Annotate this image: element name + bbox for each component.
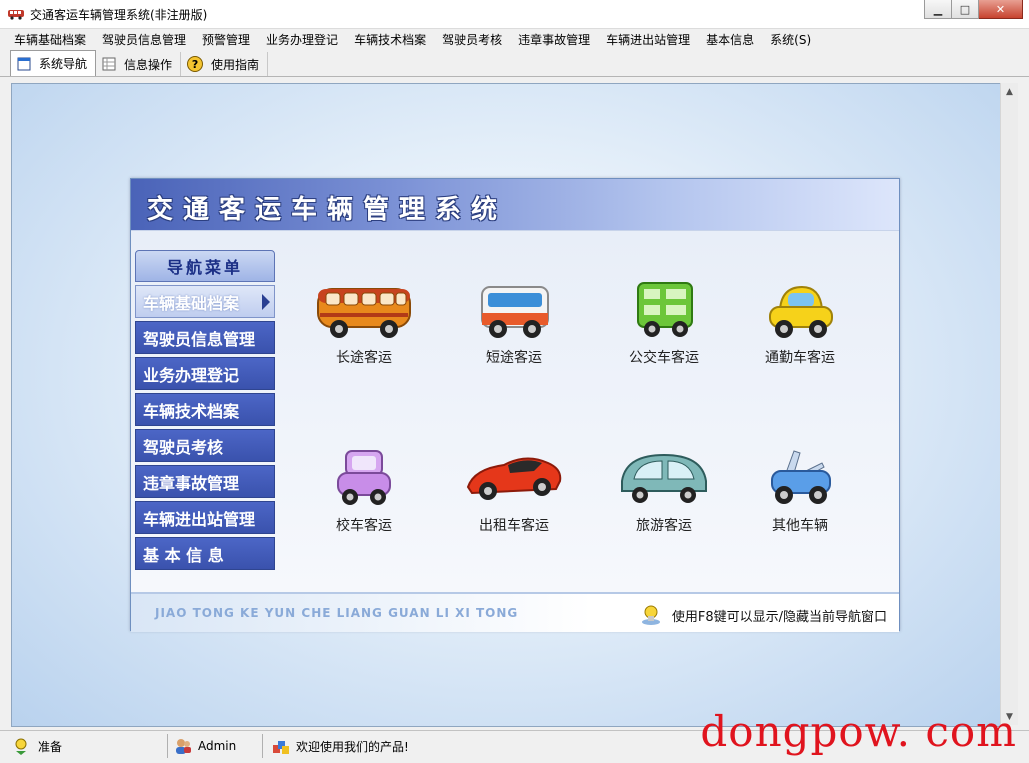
- footer-tip-text: 使用F8键可以显示/隐藏当前导航窗口: [671, 609, 887, 625]
- status-user-text: Admin: [198, 739, 237, 753]
- vehicle-label: 旅游客运: [636, 518, 692, 534]
- help-icon: ?: [187, 56, 204, 72]
- status-ready: 准备: [12, 735, 62, 757]
- window-title: 交通客运车辆管理系统(非注册版): [30, 8, 208, 22]
- nav-item-violation-accident[interactable]: 违章事故管理: [135, 465, 275, 498]
- grid-icon: [102, 57, 116, 71]
- vehicle-other[interactable]: 其他车辆: [745, 447, 855, 557]
- menu-system[interactable]: 系统(S): [762, 31, 819, 48]
- navigation-panel: 交通客运车辆管理系统 导航菜单 车辆基础档案 驾驶员信息管理 业务办理登记 车辆…: [130, 178, 900, 632]
- tab-bar: 系统导航 信息操作 ? 使用指南: [0, 50, 1029, 77]
- panel-title: 交通客运车辆管理系统: [147, 195, 508, 225]
- panel-header: 交通客运车辆管理系统: [131, 179, 899, 230]
- title-bar: 交通客运车辆管理系统(非注册版) ▁ □ ✕: [0, 0, 1029, 29]
- vehicle-label: 通勤车客运: [765, 350, 835, 366]
- main-client-area: 交通客运车辆管理系统 导航菜单 车辆基础档案 驾驶员信息管理 业务办理登记 车辆…: [11, 83, 1001, 727]
- nav-item-label: 业务办理登记: [143, 365, 240, 385]
- product-box-icon: [273, 741, 289, 754]
- vehicle-label: 公交车客运: [629, 350, 699, 366]
- sports-car-icon: [466, 457, 562, 500]
- nav-menu-header: 导航菜单: [135, 250, 275, 282]
- nav-item-label: 基 本 信 息: [143, 545, 224, 565]
- vehicle-label: 出租车客运: [479, 518, 549, 534]
- coach-bus-icon: [317, 288, 411, 338]
- vehicle-label: 短途客运: [486, 350, 542, 366]
- menu-violation-accident[interactable]: 违章事故管理: [510, 31, 598, 48]
- user-icon: [176, 739, 191, 754]
- menu-vehicle-station[interactable]: 车辆进出站管理: [598, 31, 698, 48]
- nav-item-vehicle-basic-archive[interactable]: 车辆基础档案: [135, 285, 275, 318]
- vehicle-long-distance[interactable]: 长途客运: [309, 279, 419, 389]
- status-separator: [167, 734, 168, 758]
- nav-item-label: 驾驶员考核: [143, 437, 224, 457]
- nav-item-business-registration[interactable]: 业务办理登记: [135, 357, 275, 390]
- tab-label: 系统导航: [39, 57, 88, 71]
- nav-item-label: 驾驶员信息管理: [143, 329, 256, 349]
- maximize-button[interactable]: □: [952, 0, 979, 19]
- status-separator: [262, 734, 263, 758]
- nav-item-driver-info[interactable]: 驾驶员信息管理: [135, 321, 275, 354]
- footer-tip: 使用F8键可以显示/隐藏当前导航窗口: [640, 604, 887, 626]
- nav-item-basic-info[interactable]: 基 本 信 息: [135, 537, 275, 570]
- menu-driver-info[interactable]: 驾驶员信息管理: [94, 31, 194, 48]
- city-bus-icon: [637, 282, 693, 337]
- ready-icon: [15, 738, 27, 755]
- footer-pinyin-title: JIAO TONG KE YUN CHE LIANG GUAN LI XI TO…: [155, 606, 519, 620]
- menu-vehicle-tech-archive[interactable]: 车辆技术档案: [346, 31, 434, 48]
- window-controls: ▁ □ ✕: [924, 0, 1023, 20]
- app-bus-icon: [8, 10, 24, 20]
- help-glyph: ?: [191, 57, 199, 71]
- status-welcome: 欢迎使用我们的产品!: [272, 735, 409, 757]
- tab-label: 信息操作: [124, 57, 173, 72]
- window-icon: [17, 57, 31, 71]
- nav-item-label: 车辆基础档案: [143, 293, 240, 313]
- scroll-up-icon[interactable]: ▲: [1001, 83, 1018, 100]
- nav-item-label: 车辆技术档案: [143, 401, 240, 421]
- menu-vehicle-basic-archive[interactable]: 车辆基础档案: [6, 31, 94, 48]
- vehicle-city-bus[interactable]: 公交车客运: [609, 279, 719, 389]
- status-ready-text: 准备: [38, 739, 63, 754]
- minibus-icon: [481, 286, 549, 338]
- close-button[interactable]: ✕: [979, 0, 1023, 19]
- touring-car-icon: [621, 453, 707, 503]
- nav-item-driver-assessment[interactable]: 驾驶员考核: [135, 429, 275, 462]
- menu-basic-info[interactable]: 基本信息: [698, 31, 762, 48]
- menu-warning[interactable]: 预警管理: [194, 31, 258, 48]
- nav-item-label: 违章事故管理: [143, 473, 240, 493]
- menu-business-registration[interactable]: 业务办理登记: [258, 31, 346, 48]
- tab-system-navigation[interactable]: 系统导航: [10, 50, 97, 76]
- tab-info-operation[interactable]: 信息操作: [96, 52, 182, 76]
- vertical-scrollbar[interactable]: ▲ ▼: [1000, 83, 1018, 725]
- watermark-text: dongpow. com: [700, 707, 1017, 756]
- vehicle-label: 其他车辆: [772, 518, 828, 534]
- vehicle-label: 长途客运: [336, 350, 392, 366]
- school-van-icon: [337, 450, 391, 505]
- tab-label: 使用指南: [211, 57, 260, 72]
- nav-item-label: 车辆进出站管理: [143, 509, 256, 529]
- vehicle-label: 校车客运: [336, 518, 392, 534]
- side-navigation: 导航菜单 车辆基础档案 驾驶员信息管理 业务办理登记 车辆技术档案 驾驶员考核 …: [135, 250, 275, 570]
- lamp-icon: [641, 605, 660, 625]
- commuter-car-icon: [769, 285, 833, 338]
- other-car-icon: [771, 450, 831, 504]
- vehicle-tourism[interactable]: 旅游客运: [609, 447, 719, 557]
- nav-item-vehicle-station[interactable]: 车辆进出站管理: [135, 501, 275, 534]
- vehicle-taxi[interactable]: 出租车客运: [459, 447, 569, 557]
- arrow-right-icon: [262, 294, 270, 310]
- panel-footer: JIAO TONG KE YUN CHE LIANG GUAN LI XI TO…: [131, 592, 899, 632]
- tab-user-guide[interactable]: ? 使用指南: [181, 52, 269, 76]
- minimize-button[interactable]: ▁: [924, 0, 952, 19]
- nav-item-vehicle-tech-archive[interactable]: 车辆技术档案: [135, 393, 275, 426]
- vehicle-commuter[interactable]: 通勤车客运: [745, 279, 855, 389]
- vehicle-school[interactable]: 校车客运: [309, 447, 419, 557]
- status-user: Admin: [174, 735, 236, 757]
- vehicle-short-distance[interactable]: 短途客运: [459, 279, 569, 389]
- status-welcome-text: 欢迎使用我们的产品!: [296, 739, 409, 754]
- menu-driver-assessment[interactable]: 驾驶员考核: [434, 31, 510, 48]
- menu-bar: 车辆基础档案 驾驶员信息管理 预警管理 业务办理登记 车辆技术档案 驾驶员考核 …: [0, 29, 1029, 50]
